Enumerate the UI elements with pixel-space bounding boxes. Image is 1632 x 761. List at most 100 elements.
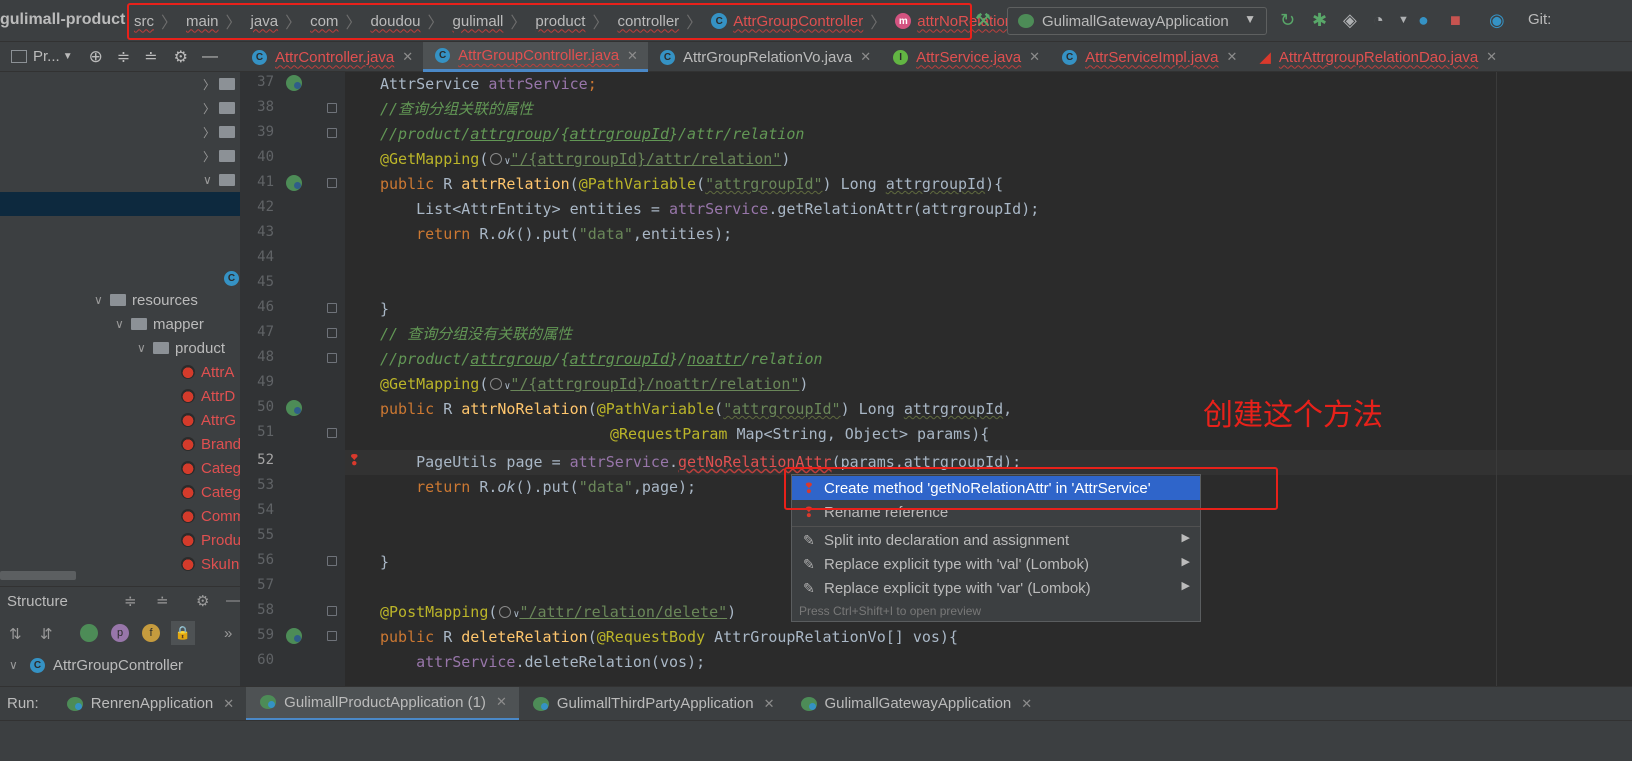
debug-bug-icon[interactable]: ✱ [1312, 10, 1327, 31]
fold-marker-icon[interactable] [327, 128, 337, 138]
rerun-icon[interactable]: ↻ [1280, 10, 1295, 31]
web-endpoint-globe-icon[interactable] [490, 153, 503, 165]
close-icon[interactable]: ✕ [402, 49, 413, 65]
popup-item-replace-var[interactable]: ✎ Replace explicit type with 'var' (Lombo… [792, 576, 1200, 600]
stop-icon[interactable]: ■ [1450, 10, 1461, 31]
line-number: 50 [257, 399, 274, 415]
sort-visibility-icon[interactable]: ⇅ [9, 625, 22, 643]
search-everywhere-icon[interactable]: ◉ [1489, 10, 1505, 31]
tree-row-mapper-xml[interactable]: Produ [181, 528, 240, 552]
close-icon[interactable]: ✕ [764, 696, 775, 712]
fold-marker-icon[interactable] [327, 606, 337, 616]
submenu-arrow-icon: ▶ [1181, 532, 1190, 544]
spring-mapping-gutter-icon[interactable] [286, 175, 302, 191]
tree-row-mapper-xml[interactable]: AttrA [181, 360, 234, 384]
spring-mapping-gutter-icon[interactable] [286, 75, 302, 91]
tree-row-mapper-xml[interactable]: Comm [181, 504, 240, 528]
submenu-arrow-icon: ▶ [1181, 556, 1190, 568]
locate-target-icon[interactable]: ⊕ [89, 47, 103, 67]
close-icon[interactable]: ✕ [496, 694, 507, 710]
tab-attrservice[interactable]: I AttrService.java ✕ [881, 42, 1050, 72]
project-tree: 〉 〉 〉 〉 ∨ C ∨ resources ∨ mapper ∨ product … [0, 72, 240, 586]
project-name[interactable]: gulimall-product [0, 11, 125, 29]
web-endpoint-globe-icon[interactable] [499, 606, 512, 618]
project-view-icon[interactable] [11, 50, 27, 63]
gear-icon[interactable]: ⚙ [196, 592, 209, 610]
tree-row-product[interactable]: ∨ product [137, 336, 225, 360]
fold-marker-icon[interactable] [327, 303, 337, 313]
show-non-public-lock-icon[interactable]: 🔒 [171, 621, 195, 645]
spring-mapping-gutter-icon[interactable] [286, 628, 302, 644]
tree-row-mapper-xml[interactable]: AttrD [181, 384, 235, 408]
fold-marker-icon[interactable] [327, 556, 337, 566]
tree-row-mapper[interactable]: ∨ mapper [115, 312, 204, 336]
more-chevron-icon[interactable]: » [224, 625, 232, 642]
tree-row-collapsed[interactable]: 〉 [203, 120, 240, 144]
run-tab-gulimall-product[interactable]: GulimallProductApplication (1) ✕ [246, 686, 519, 721]
tree-row-resources[interactable]: ∨ resources [94, 288, 198, 312]
build-hammer-icon[interactable]: ⚒ [975, 10, 991, 31]
sort-alpha-icon[interactable]: ⇵ [40, 625, 53, 643]
fold-marker-icon[interactable] [327, 103, 337, 113]
fold-marker-icon[interactable] [327, 428, 337, 438]
update-running-app-icon[interactable]: ● [1418, 10, 1429, 31]
line-number: 51 [257, 424, 274, 440]
expand-all-icon[interactable]: ≑ [117, 47, 130, 67]
tree-row-collapsed[interactable]: 〉 [203, 72, 240, 96]
fold-marker-icon[interactable] [327, 328, 337, 338]
expand-all-icon[interactable]: ≑ [124, 592, 137, 610]
fold-marker-icon[interactable] [327, 178, 337, 188]
tab-attrserviceimpl[interactable]: C AttrServiceImpl.java ✕ [1050, 42, 1247, 72]
chevron-down-icon[interactable]: ▼ [63, 51, 73, 62]
close-icon[interactable]: ✕ [223, 696, 234, 712]
tree-row-mapper-xml[interactable]: AttrG [181, 408, 236, 432]
close-icon[interactable]: ✕ [1021, 696, 1032, 712]
tab-attrgrouprelationvo[interactable]: C AttrGroupRelationVo.java ✕ [648, 42, 881, 72]
profiler-icon[interactable]: ◔ [1373, 10, 1384, 31]
fold-marker-icon[interactable] [327, 631, 337, 641]
tab-attrattrgrouprelationdao[interactable]: ◢ AttrAttrgroupRelationDao.java ✕ [1247, 42, 1507, 72]
web-endpoint-globe-icon[interactable] [490, 378, 503, 390]
run-tab-renren[interactable]: RenrenApplication ✕ [53, 687, 246, 721]
close-icon[interactable]: ✕ [1486, 49, 1497, 65]
tree-row-collapsed[interactable]: 〉 [203, 144, 240, 168]
run-tab-gulimall-thirdparty[interactable]: GulimallThirdPartyApplication ✕ [519, 687, 787, 721]
show-fields-icon[interactable]: f [142, 624, 160, 642]
tree-row-collapsed[interactable]: 〉 [203, 96, 240, 120]
error-bulb-icon[interactable]: ❢ [348, 451, 362, 469]
line-number: 47 [257, 324, 274, 340]
coverage-shield-icon[interactable]: ◈ [1343, 10, 1357, 31]
tree-row-mapper-xml[interactable]: Categ [181, 456, 240, 480]
close-icon[interactable]: ✕ [1029, 49, 1040, 65]
tab-attrgroupcontroller[interactable]: C AttrGroupController.java ✕ [423, 42, 648, 72]
git-label[interactable]: Git: [1528, 11, 1551, 28]
gear-icon[interactable]: ⚙ [174, 47, 188, 67]
code-line-47: // 查询分组没有关联的属性 [380, 325, 573, 343]
horizontal-scrollbar[interactable] [0, 571, 76, 580]
collapse-all-icon[interactable]: ≐ [144, 47, 157, 67]
tree-row-class[interactable]: C [224, 266, 240, 290]
popup-item-split-declaration[interactable]: ✎ Split into declaration and assignment ▶ [792, 528, 1200, 552]
tab-attrcontroller[interactable]: C AttrController.java ✕ [240, 42, 423, 72]
popup-item-replace-val[interactable]: ✎ Replace explicit type with 'val' (Lombo… [792, 552, 1200, 576]
close-icon[interactable]: ✕ [627, 48, 638, 64]
show-inherited-icon[interactable] [80, 624, 98, 642]
run-configuration-select[interactable]: GulimallGatewayApplication ▼ [1007, 7, 1267, 35]
show-properties-icon[interactable]: p [111, 624, 129, 642]
close-icon[interactable]: ✕ [1226, 49, 1237, 65]
tree-row-expanded[interactable]: ∨ [203, 168, 240, 192]
close-icon[interactable]: ✕ [860, 49, 871, 65]
project-panel-title[interactable]: Pr... [33, 48, 60, 65]
collapse-all-icon[interactable]: ≐ [156, 592, 169, 610]
more-run-chevron-icon[interactable]: ▼ [1398, 14, 1409, 26]
minimize-icon[interactable]: — [202, 48, 218, 66]
minimize-icon[interactable]: — [226, 592, 241, 609]
tree-row-mapper-xml[interactable]: Brand [181, 432, 240, 456]
run-tab-gulimall-gateway[interactable]: GulimallGatewayApplication ✕ [787, 687, 1045, 721]
tree-row-mapper-xml[interactable]: SkuIn [181, 552, 239, 576]
tree-row-mapper-xml[interactable]: Categ [181, 480, 240, 504]
spring-mapping-gutter-icon[interactable] [286, 400, 302, 416]
structure-root-class[interactable]: ∨ C AttrGroupController [9, 653, 183, 677]
fold-marker-icon[interactable] [327, 353, 337, 363]
interface-icon: I [893, 49, 909, 65]
